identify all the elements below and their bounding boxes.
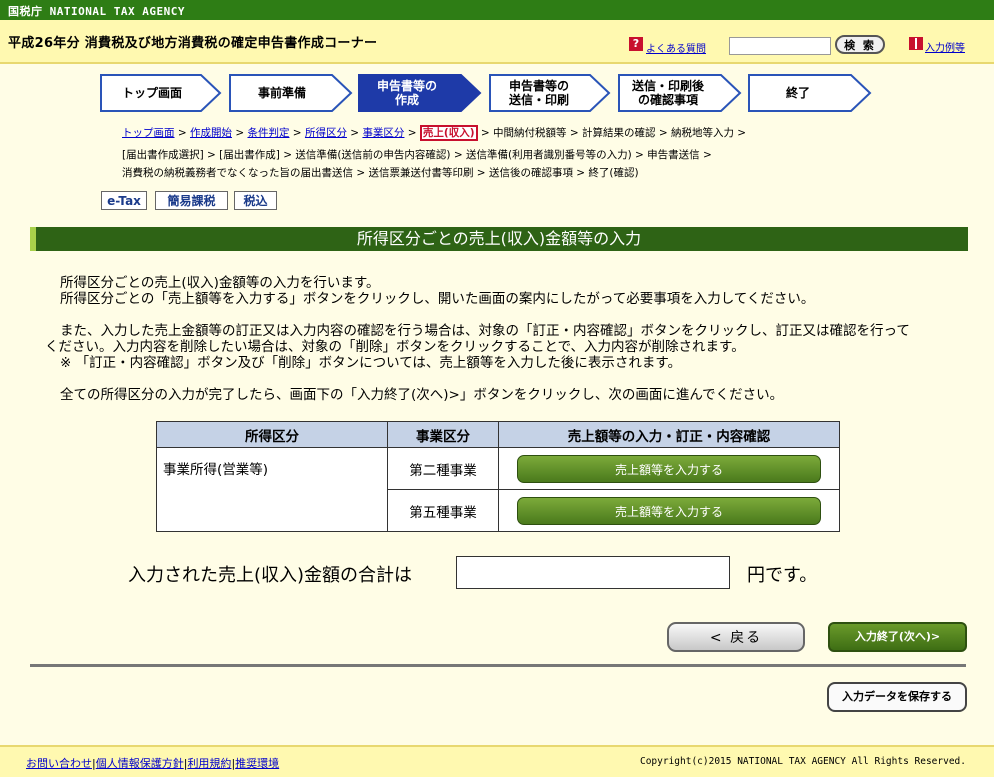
sales-button-cell: 売上額等を入力する bbox=[498, 447, 840, 490]
faq-link[interactable]: よくある質問 bbox=[646, 40, 706, 55]
section-title: 所得区分ごとの売上(収入)金額等の入力 bbox=[356, 229, 642, 248]
question-icon: ? bbox=[629, 37, 643, 51]
step-preparation: 事前準備 bbox=[229, 74, 353, 112]
tag-simplified-tax: 簡易課税 bbox=[155, 191, 228, 210]
enter-sales-button-type2[interactable]: 売上額等を入力する bbox=[517, 454, 821, 483]
breadcrumb: トップ画面 > 作成開始 > 条件判定 > 所得区分 > 事業区分 > 売上(収… bbox=[122, 125, 747, 141]
header-business-type: 事業区分 bbox=[387, 421, 499, 448]
total-sales-label: 入力された売上(収入)金額の合計は bbox=[128, 565, 413, 586]
step-label: トップ画面 bbox=[121, 86, 182, 100]
breadcrumb-current: 売上(収入) bbox=[419, 125, 478, 141]
agency-name: 国税庁 NATIONAL TAX AGENCY bbox=[8, 5, 185, 18]
header-sales-input: 売上額等の入力・訂正・内容確認 bbox=[498, 421, 840, 448]
table-header-row: 所得区分 事業区分 売上額等の入力・訂正・内容確認 bbox=[156, 421, 840, 448]
footer-environment-link[interactable]: 推奨環境 bbox=[235, 757, 279, 770]
input-example-link[interactable]: 入力例等 bbox=[925, 39, 965, 54]
step-top: トップ画面 bbox=[100, 74, 222, 112]
header: 平成26年分 消費税及び地方消費税の確定申告書作成コーナー ? よくある質問 検… bbox=[0, 20, 994, 64]
footer: お問い合わせ|個人情報保護方針|利用規約|推奨環境 Copyright(c)20… bbox=[0, 745, 994, 777]
step-send-print: 申告書等の 送信・印刷 bbox=[489, 74, 611, 112]
breadcrumb-business-type[interactable]: 事業区分 bbox=[362, 127, 404, 139]
instruction-4: ※ 「訂正・内容確認」ボタン及び「削除」ボタンについては、売上額等を入力した後に… bbox=[60, 355, 682, 371]
step-label: 事前準備 bbox=[257, 86, 306, 100]
book-icon bbox=[909, 37, 923, 50]
table-row: 事業所得(営業等) 第二種事業 売上額等を入力する bbox=[156, 447, 840, 532]
next-button[interactable]: 入力終了(次へ)> bbox=[828, 622, 967, 652]
breadcrumb-line-2: [届出書作成選択] > [届出書作成] > 送信準備(送信前の申告内容確認) >… bbox=[122, 149, 712, 161]
instruction-3b: ください。入力内容を削除したい場合は、対象の「削除」ボタンをクリックすることで、… bbox=[45, 339, 745, 355]
step-after-send: 送信・印刷後 の確認事項 bbox=[618, 74, 742, 112]
business-type-cell: 第五種事業 bbox=[387, 489, 499, 532]
breadcrumb-income-type[interactable]: 所得区分 bbox=[305, 127, 347, 139]
tag-etax: e-Tax bbox=[101, 191, 147, 210]
breadcrumb-line-3: 消費税の納税義務者でなくなった旨の届出書送信 > 送信票兼送付書等印刷 > 送信… bbox=[122, 167, 639, 179]
search-input[interactable] bbox=[729, 37, 831, 55]
sales-button-cell: 売上額等を入力する bbox=[498, 489, 840, 532]
step-label: 終了 bbox=[785, 86, 810, 100]
business-type-cell: 第二種事業 bbox=[387, 447, 499, 490]
enter-sales-button-type5[interactable]: 売上額等を入力する bbox=[517, 496, 821, 525]
instruction-5: 全ての所得区分の入力が完了したら、画面下の「入力終了(次へ)>」ボタンをクリック… bbox=[60, 387, 784, 403]
breadcrumb-start[interactable]: 作成開始 bbox=[190, 127, 232, 139]
step-label: 申告書等の 作成 bbox=[376, 79, 437, 107]
breadcrumb-top[interactable]: トップ画面 bbox=[122, 127, 175, 139]
copyright: Copyright(c)2015 NATIONAL TAX AGENCY All… bbox=[639, 756, 966, 767]
save-data-button[interactable]: 入力データを保存する bbox=[827, 682, 967, 712]
instruction-2: 所得区分ごとの「売上額等を入力する」ボタンをクリックし、開いた画面の案内にしたが… bbox=[60, 291, 815, 307]
total-sales-unit: 円です。 bbox=[747, 565, 818, 586]
search-button[interactable]: 検 索 bbox=[835, 35, 885, 54]
page-header-title: 平成26年分 消費税及び地方消費税の確定申告書作成コーナー bbox=[8, 36, 378, 51]
agency-bar: 国税庁 NATIONAL TAX AGENCY bbox=[0, 0, 994, 20]
step-label: 送信・印刷後 の確認事項 bbox=[631, 79, 704, 107]
instruction-1: 所得区分ごとの売上(収入)金額等の入力を行います。 bbox=[60, 275, 380, 291]
total-sales-field bbox=[456, 556, 730, 589]
step-label: 申告書等の 送信・印刷 bbox=[508, 79, 569, 107]
income-category-table: 所得区分 事業区分 売上額等の入力・訂正・内容確認 事業所得(営業等) 第二種事… bbox=[156, 421, 840, 532]
footer-privacy-link[interactable]: 個人情報保護方針 bbox=[96, 757, 184, 770]
footer-contact-link[interactable]: お問い合わせ bbox=[26, 757, 92, 770]
divider bbox=[30, 664, 966, 667]
step-finish: 終了 bbox=[748, 74, 872, 112]
instruction-3a: また、入力した売上金額等の訂正又は入力内容の確認を行う場合は、対象の「訂正・内容… bbox=[60, 323, 910, 339]
footer-terms-link[interactable]: 利用規約 bbox=[187, 757, 231, 770]
header-income-category: 所得区分 bbox=[156, 421, 388, 448]
breadcrumb-conditions[interactable]: 条件判定 bbox=[247, 127, 289, 139]
footer-links: お問い合わせ|個人情報保護方針|利用規約|推奨環境 bbox=[26, 757, 280, 770]
breadcrumb-rest: 中間納付税額等 > 計算結果の確認 > 納税地等入力 > bbox=[493, 127, 747, 139]
tag-tax-included: 税込 bbox=[234, 191, 277, 210]
back-button[interactable]: < 戻る bbox=[667, 622, 805, 652]
step-create-active: 申告書等の 作成 bbox=[358, 74, 482, 112]
income-category-cell: 事業所得(営業等) bbox=[156, 447, 388, 532]
